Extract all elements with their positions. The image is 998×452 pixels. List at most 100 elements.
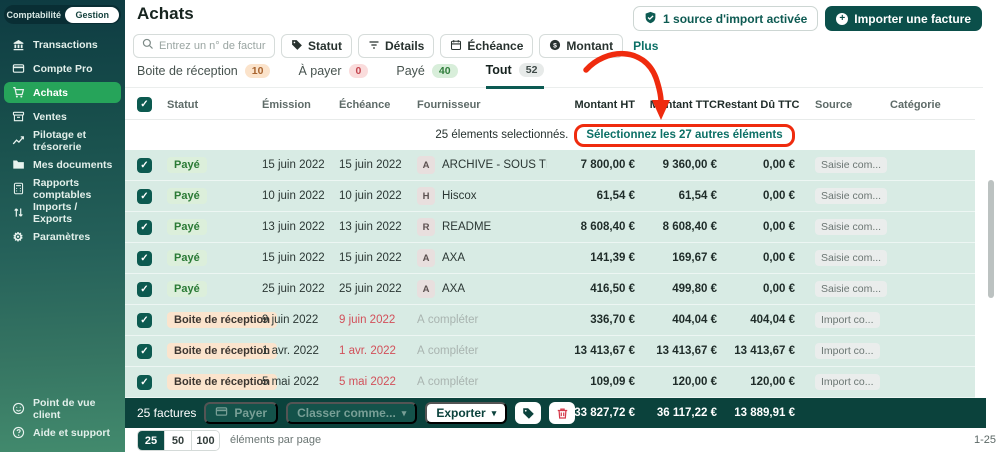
- supplier-avatar: A: [417, 280, 435, 298]
- sidebar-item-compte-pro[interactable]: Compte Pro: [4, 58, 121, 79]
- page-size-label: éléments par page: [230, 434, 321, 446]
- sidebar-item-rapports[interactable]: Rapports comptables: [4, 178, 121, 199]
- table-row[interactable]: ✓ Boite de réception 5 mai 2022 5 mai 20…: [125, 367, 975, 398]
- sidebar-item-point-de-vue-client[interactable]: Point de vue client: [4, 398, 121, 419]
- status-badge: Payé: [167, 250, 207, 266]
- shield-check-icon: [644, 11, 657, 27]
- sidebar-item-transactions[interactable]: Transactions: [4, 34, 121, 55]
- status-badge: Payé: [167, 219, 207, 235]
- tab-count-badge: 0: [349, 64, 369, 78]
- calendar-icon: [450, 39, 462, 54]
- pay-button[interactable]: Payer: [204, 402, 278, 424]
- tab-count-badge: 52: [519, 63, 545, 77]
- source-badge: Import co...: [815, 374, 880, 390]
- source-badge: Saisie com...: [815, 157, 887, 173]
- import-invoice-button[interactable]: + Importer une facture: [825, 6, 982, 31]
- row-checkbox[interactable]: ✓: [137, 313, 152, 328]
- table-row[interactable]: ✓ Payé 13 juin 2022 13 juin 2022 RREADME…: [125, 212, 975, 243]
- col-restant-du: Restant Dû TTC: [717, 99, 795, 111]
- table-header: ✓ Statut Émission Échéance Fournisseur M…: [125, 90, 975, 120]
- check-icon: ✓: [140, 160, 148, 171]
- import-source-button[interactable]: 1 source d'import activée: [633, 6, 818, 31]
- source-badge: Saisie com...: [815, 250, 887, 266]
- card-icon: [11, 62, 25, 76]
- filter-lines-icon: [368, 39, 380, 54]
- pagination-bar: 25 50 100 éléments par page 1-25: [125, 428, 998, 452]
- workspace-toggle[interactable]: Comptabilité Gestion: [4, 5, 121, 24]
- tab-tout[interactable]: Tout 52: [486, 60, 545, 89]
- supplier-name: AXA: [442, 283, 465, 295]
- coin-icon: $: [549, 39, 561, 54]
- supplier-to-complete: À compléter: [417, 314, 478, 326]
- page-range-label: 1-25: [974, 434, 996, 446]
- page-size-selector: 25 50 100: [137, 430, 220, 451]
- row-checkbox[interactable]: ✓: [137, 220, 152, 235]
- filter-details-button[interactable]: Détails: [358, 34, 434, 58]
- trash-icon: [556, 407, 569, 420]
- source-badge: Import co...: [815, 343, 880, 359]
- sidebar-item-pilotage[interactable]: Pilotage et trésorerie: [4, 130, 121, 151]
- table-row[interactable]: ✓ Payé 10 juin 2022 10 juin 2022 HHiscox…: [125, 181, 975, 212]
- sidebar-footer: Point de vue client Aide et support: [0, 395, 125, 446]
- row-checkbox[interactable]: ✓: [137, 251, 152, 266]
- sidebar-item-parametres[interactable]: ⚙ Paramètres: [4, 226, 121, 247]
- supplier-to-complete: À compléter: [417, 376, 478, 388]
- page-size-100[interactable]: 100: [192, 431, 219, 450]
- status-badge: Payé: [167, 157, 207, 173]
- invoice-search[interactable]: [133, 34, 275, 58]
- filters-more-link[interactable]: Plus: [633, 39, 658, 53]
- col-statut: Statut: [167, 99, 262, 111]
- row-checkbox[interactable]: ✓: [137, 375, 152, 390]
- export-dropdown[interactable]: Exporter ▾: [425, 402, 507, 424]
- table-row[interactable]: ✓ Boite de réception 9 juin 2022 9 juin …: [125, 305, 975, 336]
- sidebar-item-ventes[interactable]: Ventes: [4, 106, 121, 127]
- calculator-icon: [11, 182, 25, 196]
- select-all-remaining-link[interactable]: Sélectionnez les 27 autres éléments: [574, 124, 794, 147]
- page-title: Achats: [137, 4, 194, 24]
- select-all-checkbox[interactable]: ✓: [137, 97, 152, 112]
- table-row[interactable]: ✓ Payé 15 juin 2022 15 juin 2022 AAXA 14…: [125, 243, 975, 274]
- filter-montant-button[interactable]: $ Montant: [539, 34, 623, 58]
- help-icon: [11, 426, 25, 440]
- check-icon: ✓: [140, 99, 148, 110]
- supplier-name: ARCHIVE - SOUS TRAITANT: [442, 159, 547, 171]
- row-checkbox[interactable]: ✓: [137, 282, 152, 297]
- invoice-table: ✓ Payé 15 juin 2022 15 juin 2022 AARCHIV…: [125, 150, 975, 398]
- gear-icon: ⚙: [11, 230, 25, 244]
- search-input[interactable]: [159, 40, 266, 52]
- tab-boite-de-reception[interactable]: Boite de réception 10: [137, 60, 270, 87]
- caret-down-icon: ▾: [492, 409, 497, 418]
- table-row[interactable]: ✓ Payé 15 juin 2022 15 juin 2022 AARCHIV…: [125, 150, 975, 181]
- table-row[interactable]: ✓ Payé 25 juin 2022 25 juin 2022 AAXA 41…: [125, 274, 975, 305]
- tag-icon: [291, 39, 303, 54]
- sidebar-item-imports-exports[interactable]: Imports / Exports: [4, 202, 121, 223]
- page-size-25[interactable]: 25: [138, 431, 165, 450]
- supplier-name: AXA: [442, 252, 465, 264]
- tab-a-payer[interactable]: À payer 0: [298, 60, 368, 87]
- filter-statut-button[interactable]: Statut: [281, 34, 352, 58]
- tab-paye[interactable]: Payé 40: [396, 60, 457, 87]
- filter-echeance-button[interactable]: Échéance: [440, 34, 533, 58]
- sidebar-item-aide-support[interactable]: Aide et support: [4, 422, 121, 443]
- toggle-comptabilite[interactable]: Comptabilité: [4, 10, 63, 20]
- check-icon: ✓: [140, 284, 148, 295]
- table-row[interactable]: ✓ Boite de réception 1 avr. 2022 1 avr. …: [125, 336, 975, 367]
- delete-button[interactable]: [549, 402, 575, 424]
- status-badge: Boite de réception: [167, 343, 277, 359]
- tag-action-button[interactable]: [515, 402, 541, 424]
- check-icon: ✓: [140, 222, 148, 233]
- row-checkbox[interactable]: ✓: [137, 344, 152, 359]
- row-checkbox[interactable]: ✓: [137, 158, 152, 173]
- toggle-gestion[interactable]: Gestion: [65, 7, 119, 23]
- row-checkbox[interactable]: ✓: [137, 189, 152, 204]
- col-source: Source: [815, 99, 890, 111]
- supplier-avatar: R: [417, 218, 435, 236]
- status-badge: Payé: [167, 281, 207, 297]
- classify-dropdown[interactable]: Classer comme... ▾: [286, 402, 417, 424]
- page-size-50[interactable]: 50: [165, 431, 192, 450]
- check-icon: ✓: [140, 253, 148, 264]
- sidebar-item-achats[interactable]: Achats: [4, 82, 121, 103]
- scrollbar-thumb[interactable]: [988, 180, 994, 298]
- sidebar-item-documents[interactable]: Mes documents: [4, 154, 121, 175]
- total-montant-ht: 33 827,72 €: [574, 407, 635, 419]
